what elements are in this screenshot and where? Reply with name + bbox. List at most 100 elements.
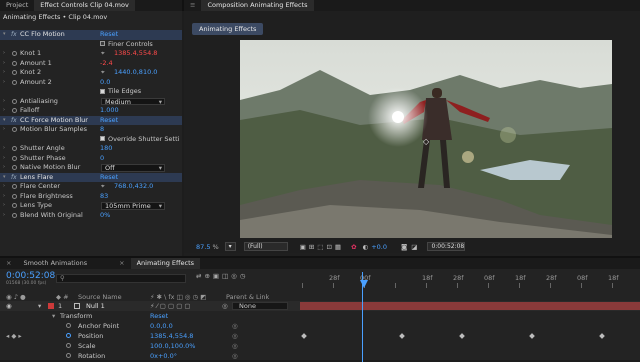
grid-icon[interactable]: ⊞ (309, 243, 314, 251)
keyframe-icon[interactable] (301, 333, 307, 339)
parent-pickwhip-icon[interactable]: ◎ (222, 301, 228, 311)
stopwatch-icon[interactable] (12, 165, 17, 170)
checkbox-icon[interactable] (100, 136, 105, 141)
checkbox-icon[interactable] (100, 88, 105, 94)
effect-property-row[interactable]: › Amount 2 0.0 (0, 78, 182, 88)
crosshair-icon[interactable]: ◇ (423, 137, 430, 146)
expand-chevron-icon[interactable]: › (3, 154, 5, 164)
effect-property-row[interactable]: › Shutter Angle 180 (0, 144, 182, 154)
zoom-level[interactable]: 87.5 (196, 243, 210, 251)
menu-icon[interactable]: ≡ (184, 0, 201, 11)
property-value[interactable]: 1385.4,554.8 (114, 49, 157, 59)
transparency-icon[interactable]: ▦ (335, 243, 341, 251)
viewer-timecode[interactable]: 0:00:52:08 (427, 242, 466, 251)
timeline-switch-icons[interactable]: ⇄⊕▣◫◎◷ (196, 272, 249, 280)
effect-header[interactable]: ▾ fx CC Force Motion Blur Reset (0, 115, 182, 126)
effect-property-row[interactable]: Finer Controls (0, 40, 182, 50)
stopwatch-icon[interactable] (12, 184, 17, 189)
crosshair-icon[interactable]: ⌖ (101, 49, 105, 59)
exposure-icon[interactable]: ◐ (363, 243, 369, 251)
eye-icon[interactable]: ◉ (6, 301, 12, 311)
transform-property-row[interactable]: ◂ ◆ ▸ Position 1385.4,554.8 ◎ (0, 331, 640, 341)
stopwatch-icon[interactable] (12, 60, 17, 66)
exposure-value[interactable]: +0.0 (371, 243, 387, 251)
effect-header[interactable]: ▾ fx CC Flo Motion Reset (0, 30, 182, 40)
expand-chevron-icon[interactable]: › (3, 211, 5, 221)
color-channel-icon[interactable]: ✿ (351, 243, 356, 251)
checkbox-icon[interactable] (100, 41, 105, 46)
time-ruler[interactable]: 28f 00f 18f 28f 08f 18f 28f 08f 18f (298, 272, 640, 292)
stopwatch-icon[interactable] (12, 203, 17, 208)
keyframe-nav-icon[interactable]: ◂ ◆ ▸ (6, 331, 22, 341)
layer-duration-bar[interactable] (300, 302, 640, 310)
transform-label[interactable]: Transform (60, 311, 92, 321)
effect-property-row[interactable]: › Knot 2 ⌖ 1440.0,810.0 (0, 68, 182, 78)
keyframe-icon[interactable] (459, 333, 465, 339)
transform-property-row[interactable]: Scale 100.0,100.0% ◎ (0, 341, 640, 351)
expand-chevron-icon[interactable]: ▾ (3, 116, 6, 126)
effect-property-row[interactable]: › Shutter Phase 0 (0, 154, 182, 164)
crosshair-icon[interactable]: ⌖ (101, 182, 105, 192)
parent-dropdown[interactable]: None (232, 302, 288, 310)
expand-chevron-icon[interactable]: ▾ (3, 173, 6, 183)
property-value[interactable]: 0 (100, 154, 104, 164)
stopwatch-icon[interactable] (66, 353, 71, 358)
guides-icon[interactable]: ⊡ (326, 243, 331, 251)
tab-animating-effects[interactable]: Animating Effects (130, 258, 201, 269)
stopwatch-icon[interactable] (66, 343, 71, 348)
stopwatch-icon[interactable] (12, 155, 17, 161)
expression-pickwhip-icon[interactable]: ◎ (232, 331, 238, 341)
effect-property-row[interactable]: › Flare Center ⌖ 768.0,432.0 (0, 182, 182, 192)
property-value[interactable]: 1.000 (100, 106, 119, 116)
property-value[interactable]: 0.0 (100, 78, 110, 88)
keyframe-icon[interactable] (529, 333, 535, 339)
expand-chevron-icon[interactable]: ▾ (3, 30, 6, 40)
reset-button[interactable]: Reset (100, 173, 118, 183)
effect-property-row[interactable]: Override Shutter Setti (0, 135, 182, 145)
property-value[interactable]: 768.0,432.0 (114, 182, 153, 192)
effect-property-row[interactable]: › Native Motion Blur Off (0, 163, 182, 173)
expand-chevron-icon[interactable]: ▾ (38, 301, 41, 311)
close-icon-2[interactable]: × (113, 258, 130, 269)
effect-property-row[interactable]: › Blend With Original 0% (0, 211, 182, 221)
property-value[interactable]: 0% (100, 211, 110, 221)
show-snapshot-icon[interactable]: ◪ (411, 243, 417, 251)
expand-chevron-icon[interactable]: › (3, 97, 5, 107)
effect-property-row[interactable]: › Antialiasing Medium (0, 97, 182, 107)
checkbox-row[interactable]: Override Shutter Setti (100, 135, 179, 145)
checkbox-row[interactable]: Tile Edges (100, 87, 141, 97)
property-value[interactable]: 0.0,0.0 (150, 321, 173, 331)
expand-chevron-icon[interactable]: › (3, 106, 5, 116)
property-value[interactable]: 180 (100, 144, 112, 154)
crosshair-icon[interactable]: ⌖ (101, 68, 105, 78)
fx-icon[interactable]: fx (11, 116, 17, 126)
expand-chevron-icon[interactable]: › (3, 68, 5, 78)
expand-chevron-icon[interactable]: › (3, 201, 5, 211)
expand-chevron-icon[interactable]: › (3, 163, 5, 173)
property-value[interactable]: -2.4 (100, 59, 113, 69)
property-value[interactable]: 83 (100, 192, 108, 202)
effect-property-row[interactable]: Tile Edges (0, 87, 182, 97)
effect-property-row[interactable]: › Amount 1 -2.4 (0, 59, 182, 69)
effect-property-row[interactable]: › Knot 1 ⌖ 1385.4,554.8 (0, 49, 182, 59)
layer-search-input[interactable]: ⚲ (56, 274, 186, 283)
stopwatch-icon[interactable] (12, 108, 17, 113)
layer-switches[interactable]: ⚡ ⁄ ▢ ▢ ▢ ▢ (150, 301, 191, 311)
transform-group[interactable]: ▾ Transform Reset (0, 311, 640, 321)
reset-button[interactable]: Reset (100, 30, 118, 40)
tab-smooth-animations[interactable]: Smooth Animations (17, 258, 93, 269)
tab-project[interactable]: Project (0, 0, 34, 11)
expression-pickwhip-icon[interactable]: ◎ (232, 321, 238, 331)
label-color-swatch[interactable] (48, 303, 54, 309)
comp-flow-tab[interactable]: Animating Effects (192, 23, 264, 35)
expression-pickwhip-icon[interactable]: ◎ (232, 341, 238, 351)
region-icon[interactable]: ▣ (300, 243, 306, 251)
mask-icon[interactable]: ⬚ (317, 243, 323, 251)
property-dropdown[interactable]: 105mm Prime (101, 202, 165, 210)
transform-property-row[interactable]: Anchor Point 0.0,0.0 ◎ (0, 321, 640, 331)
composition-frame[interactable]: ◇ (240, 40, 612, 238)
keyframe-icon[interactable] (399, 333, 405, 339)
property-value[interactable]: 8 (100, 125, 104, 135)
stopwatch-icon[interactable] (12, 193, 17, 199)
property-dropdown[interactable]: Medium (101, 97, 165, 105)
